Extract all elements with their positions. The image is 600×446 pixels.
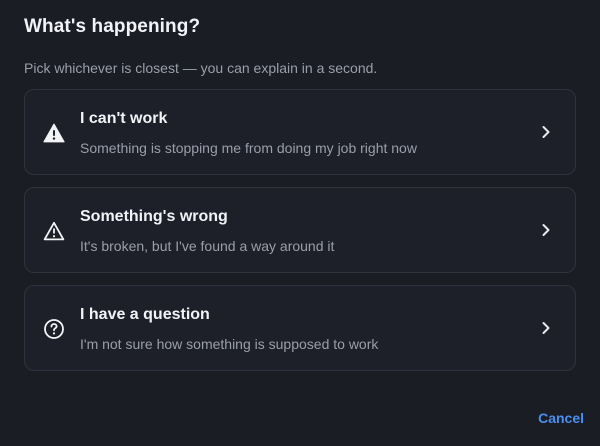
option-title: I have a question	[80, 306, 210, 323]
dialog-subtitle: Pick whichever is closest — you can expl…	[24, 60, 378, 76]
option-title: Something's wrong	[80, 208, 228, 225]
option-title: I can't work	[80, 110, 168, 127]
option-list: I can't work Something is stopping me fr…	[24, 89, 576, 383]
dialog-title: What's happening?	[24, 16, 201, 37]
cancel-button[interactable]: Cancel	[538, 408, 584, 428]
report-issue-dialog: What's happening? Pick whichever is clos…	[0, 0, 600, 446]
option-description: It's broken, but I've found a way around…	[80, 238, 335, 254]
option-have-question[interactable]: I have a question I'm not sure how somet…	[24, 285, 576, 371]
option-something-wrong[interactable]: Something's wrong It's broken, but I've …	[24, 187, 576, 273]
option-cant-work[interactable]: I can't work Something is stopping me fr…	[24, 89, 576, 175]
question-circle-icon	[42, 317, 66, 341]
warning-outline-icon	[42, 219, 66, 243]
option-description: Something is stopping me from doing my j…	[80, 140, 417, 156]
chevron-right-icon	[539, 221, 553, 239]
warning-filled-icon	[42, 121, 66, 145]
chevron-right-icon	[539, 123, 553, 141]
option-description: I'm not sure how something is supposed t…	[80, 336, 379, 352]
chevron-right-icon	[539, 319, 553, 337]
